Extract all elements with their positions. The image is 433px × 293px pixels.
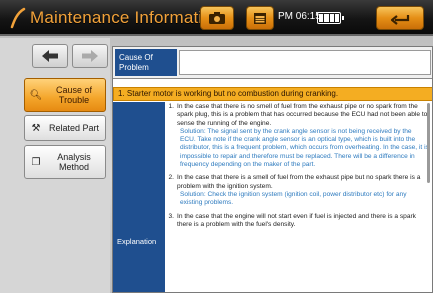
explanation-text[interactable]: 1. In the case that there is no smell of…	[167, 103, 429, 292]
app-logo-icon	[10, 7, 26, 29]
left-navigation-panel: 🔍︎ Cause of Trouble ⚒ Related Part ❐ Ana…	[0, 38, 110, 293]
scrollbar[interactable]	[427, 103, 430, 183]
related-part-label: Related Part	[48, 123, 100, 133]
return-arrow-icon	[390, 15, 410, 25]
list-item: 2. In the case that there is a smell of …	[168, 174, 421, 190]
arrow-right-icon	[82, 50, 98, 62]
app-title: Maintenance Information	[30, 8, 222, 27]
battery-icon	[317, 12, 344, 24]
camera-icon	[209, 12, 225, 24]
cause-header-row: Cause Of Problem	[113, 47, 432, 79]
problem-heading: 1. Starter motor is working but no combu…	[113, 87, 432, 101]
cause-of-problem-label: Cause Of Problem	[115, 49, 177, 76]
clock-display: PM 06:15	[278, 11, 321, 22]
cause-of-problem-field[interactable]	[179, 50, 431, 75]
arrow-left-icon	[42, 50, 58, 62]
cause-of-trouble-label: Cause of Trouble	[55, 85, 93, 105]
title-bar: Maintenance Information PM 06:15	[0, 0, 433, 36]
next-button[interactable]	[72, 44, 108, 68]
analysis-method-button[interactable]: ❐ Analysis Method	[24, 145, 106, 179]
calendar-button[interactable]	[246, 6, 274, 30]
solution-text: Solution: The signal sent by the crank a…	[180, 127, 429, 169]
wrench-icon: ⚒	[31, 122, 41, 134]
explanation-label: Explanation	[117, 237, 157, 246]
camera-button[interactable]	[200, 6, 234, 30]
back-button[interactable]	[376, 6, 424, 30]
magnifier-icon: 🔍︎	[29, 89, 43, 101]
related-part-button[interactable]: ⚒ Related Part	[24, 115, 106, 141]
list-item: 3. In the case that the engine will not …	[168, 212, 416, 228]
explanation-column: Explanation	[113, 102, 165, 292]
clipboard-icon: ❐	[31, 156, 41, 168]
calendar-icon	[254, 13, 266, 24]
previous-button[interactable]	[32, 44, 68, 68]
list-item: 1. In the case that there is no smell of…	[168, 103, 428, 127]
maintenance-content-panel: Cause Of Problem 1. Starter motor is wor…	[112, 46, 433, 293]
device-screen: Maintenance Information PM 06:15 🔍︎ Caus…	[0, 0, 433, 293]
analysis-method-label: Analysis Method	[57, 152, 91, 172]
cause-of-trouble-button[interactable]: 🔍︎ Cause of Trouble	[24, 78, 106, 112]
solution-text: Solution: Check the ignition system (ign…	[180, 190, 407, 207]
